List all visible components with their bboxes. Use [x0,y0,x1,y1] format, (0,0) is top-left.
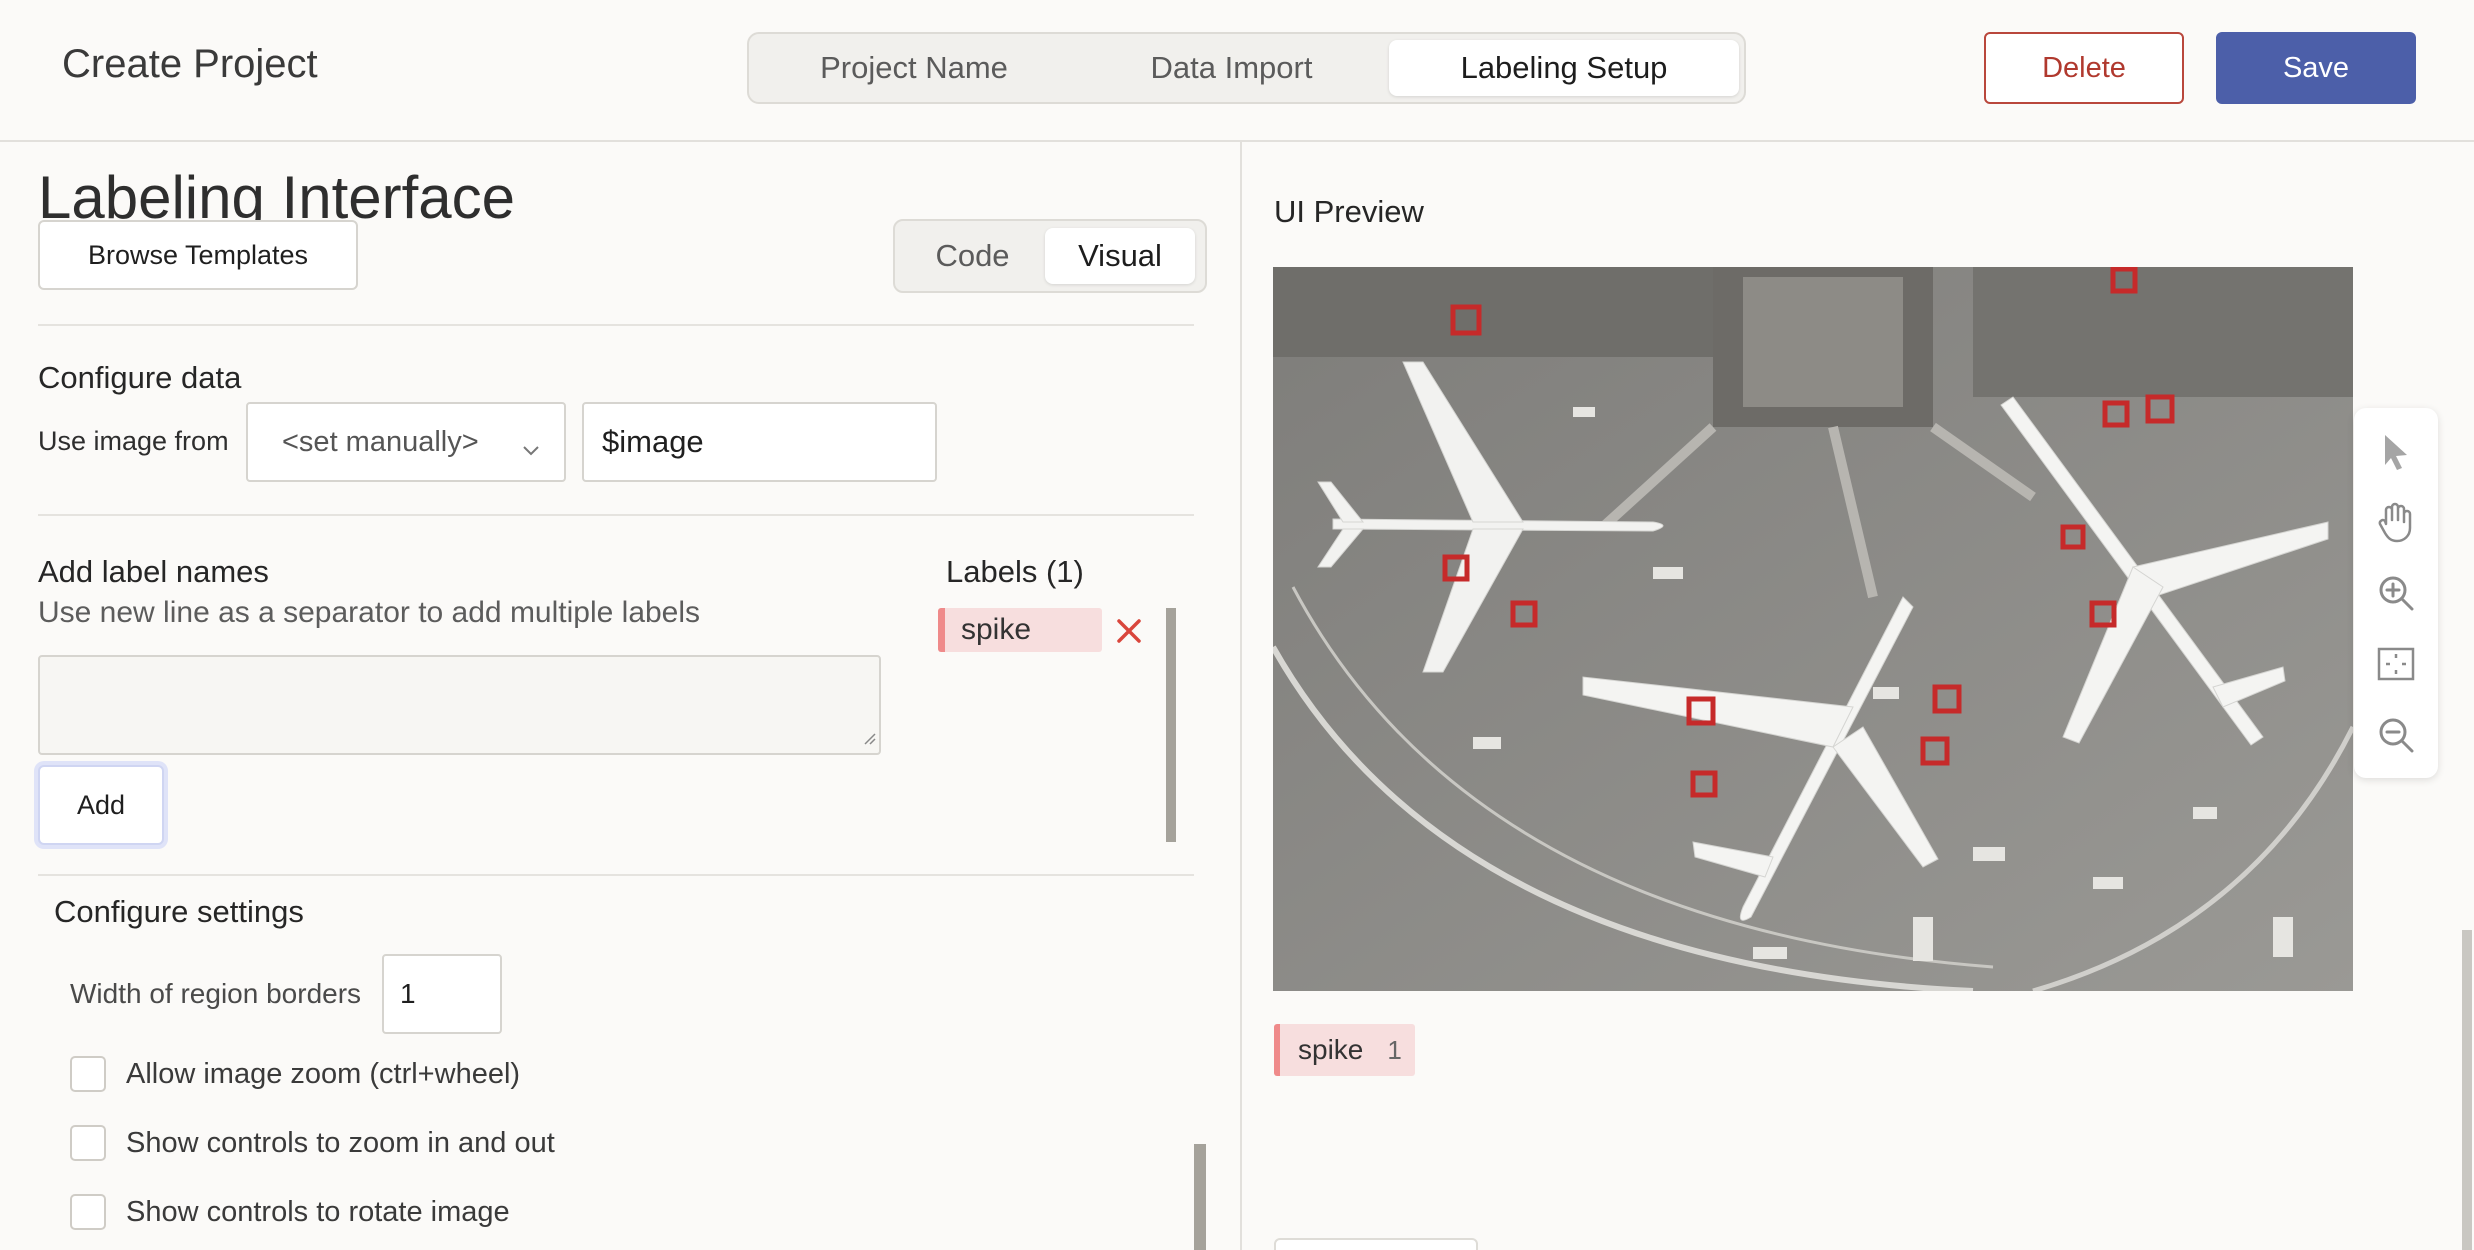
page-title: Create Project [62,42,318,86]
chevron-down-icon [522,432,540,465]
checkbox[interactable] [70,1125,106,1161]
add-label-hint: Use new line as a separator to add multi… [38,596,701,629]
add-label-heading: Add label names [38,554,269,589]
section-title: Labeling Interface [38,164,516,222]
view-toggle: Code Visual [893,219,1207,293]
code-view-tab[interactable]: Code [900,228,1045,284]
visual-view-tab[interactable]: Visual [1045,228,1195,284]
rotate-controls-setting-row[interactable]: Show controls to rotate image [70,1192,510,1232]
checkbox[interactable] [70,1194,106,1230]
use-image-label: Use image from [38,426,229,456]
checkbox-label: Show controls to zoom in and out [126,1126,555,1159]
configure-data-heading: Configure data [38,360,242,395]
configure-settings-heading: Configure settings [54,894,304,929]
zoom-setting-row[interactable]: Allow image zoom (ctrl+wheel) [70,1054,520,1094]
checkbox-label: Show controls to rotate image [126,1195,510,1228]
preview-scrollbar[interactable] [2462,930,2472,1250]
preview-bottom-button[interactable] [1274,1238,1478,1250]
config-panel: Labeling Interface Browse Templates Code… [0,142,1240,1250]
result-label-chip[interactable]: spike 1 [1274,1024,1415,1076]
airport-aerial-image[interactable] [1273,267,2353,991]
zoom-out-icon[interactable] [2372,711,2420,759]
tab-labeling-setup[interactable]: Labeling Setup [1389,40,1739,96]
zoom-controls-setting-row[interactable]: Show controls to zoom in and out [70,1123,555,1163]
border-width-input[interactable]: 1 [382,954,502,1034]
select-value: <set manually> [282,425,479,458]
image-toolbar [2354,408,2438,778]
label-chip[interactable]: spike [938,608,1102,652]
checkbox-label: Allow image zoom (ctrl+wheel) [126,1057,521,1090]
tab-data-import[interactable]: Data Import [1074,40,1389,96]
checkbox[interactable] [70,1056,106,1092]
fit-icon[interactable] [2372,640,2420,688]
remove-label-icon[interactable] [1114,616,1144,651]
divider [38,874,1194,876]
zoom-in-icon[interactable] [2372,569,2420,617]
top-bar: Create Project Project Name Data Import … [0,0,2474,142]
divider [38,514,1194,516]
preview-title: UI Preview [1274,194,1424,229]
image-variable-input[interactable]: $image [582,402,937,482]
step-tabs: Project Name Data Import Labeling Setup [747,32,1746,104]
labels-heading: Labels (1) [946,554,1084,589]
divider [38,324,1194,326]
aerial-photo [1273,267,2353,991]
hand-icon[interactable] [2372,498,2420,546]
pointer-icon[interactable] [2372,427,2420,475]
panel-scrollbar[interactable] [1194,1144,1206,1250]
image-source-select[interactable]: <set manually> [246,402,566,482]
labels-scrollbar[interactable] [1166,608,1176,842]
add-label-button[interactable]: Add [38,765,164,845]
result-label-count: 1 [1387,1034,1402,1065]
delete-button[interactable]: Delete [1984,32,2184,104]
tab-project-name[interactable]: Project Name [754,40,1074,96]
label-name: spike [961,613,1032,646]
browse-templates-button[interactable]: Browse Templates [38,220,358,290]
save-button[interactable]: Save [2216,32,2416,104]
resize-grip-icon[interactable] [861,730,877,751]
preview-panel: UI Preview spike 1 [1242,142,2474,1250]
label-names-textarea[interactable] [38,655,881,755]
border-width-label: Width of region borders [70,978,362,1009]
result-label-name: spike [1298,1034,1364,1065]
